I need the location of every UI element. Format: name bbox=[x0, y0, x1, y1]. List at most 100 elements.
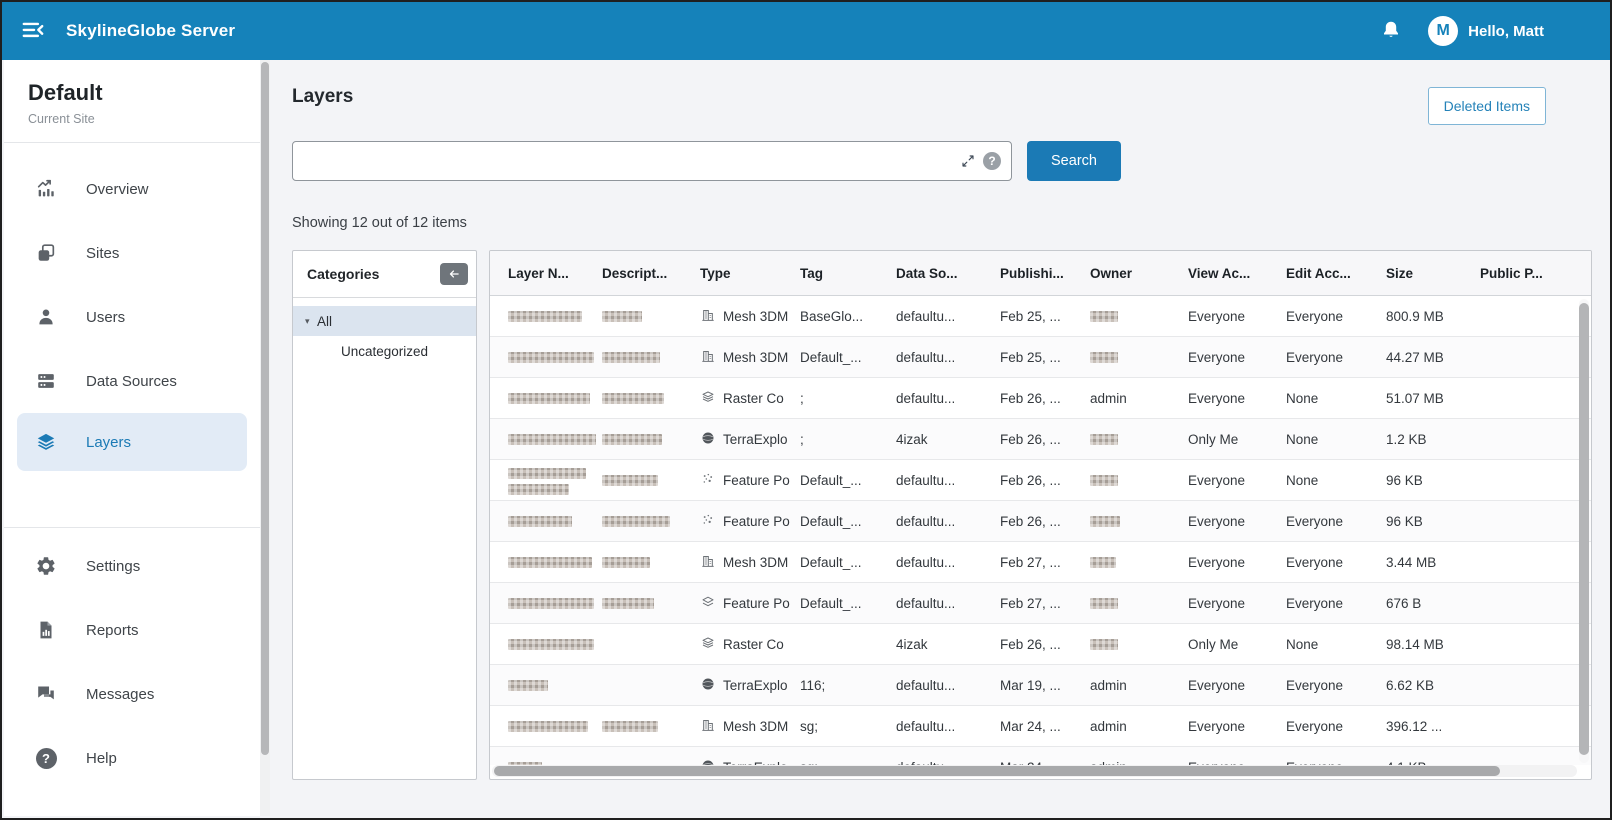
cell-layer-name bbox=[508, 350, 602, 365]
cell-description bbox=[602, 309, 700, 324]
redacted-text bbox=[1090, 311, 1118, 322]
sidebar-item-label: Users bbox=[86, 309, 125, 326]
sidebar-item-data-sources[interactable]: Data Sources bbox=[4, 349, 260, 413]
results-summary: Showing 12 out of 12 items bbox=[292, 215, 467, 231]
type-label: Feature Po bbox=[723, 514, 790, 529]
column-header-size[interactable]: Size bbox=[1386, 266, 1480, 281]
cell-owner: admin bbox=[1090, 391, 1188, 406]
sidebar-item-help[interactable]: ?Help bbox=[4, 726, 260, 790]
bell-icon[interactable] bbox=[1378, 18, 1404, 44]
table-horizontal-scrollbar[interactable] bbox=[492, 765, 1577, 777]
redacted-text bbox=[1090, 516, 1120, 527]
cell-description bbox=[602, 555, 700, 570]
sidebar-scrollbar-thumb[interactable] bbox=[261, 62, 269, 755]
sidebar-divider bbox=[4, 142, 260, 143]
table-row[interactable]: Feature PoDefault_...defaultu...Feb 26, … bbox=[490, 501, 1591, 542]
cell-publishing-date: Mar 19, ... bbox=[1000, 678, 1090, 693]
cell-type: Raster Co bbox=[700, 635, 800, 654]
column-header-descript[interactable]: Descript... bbox=[602, 266, 700, 281]
sidebar-item-settings[interactable]: Settings bbox=[4, 534, 260, 598]
search-box: ? bbox=[292, 141, 1012, 181]
cell-edit-access: Everyone bbox=[1286, 596, 1386, 611]
table-vertical-scrollbar[interactable] bbox=[1579, 299, 1589, 763]
column-header-public-p[interactable]: Public P... bbox=[1480, 266, 1591, 281]
cell-owner bbox=[1090, 309, 1188, 324]
redacted-text bbox=[1090, 475, 1118, 486]
column-header-owner[interactable]: Owner bbox=[1090, 266, 1188, 281]
column-header-layer-n[interactable]: Layer N... bbox=[508, 266, 602, 281]
cell-publishing-date: Feb 27, ... bbox=[1000, 596, 1090, 611]
cell-description bbox=[602, 391, 700, 406]
type-label: TerraExplo bbox=[723, 432, 788, 447]
column-header-tag[interactable]: Tag bbox=[800, 266, 896, 281]
mesh-3dml-icon bbox=[700, 553, 716, 572]
cell-size: 44.27 MB bbox=[1386, 350, 1480, 365]
sidebar-item-messages[interactable]: Messages bbox=[4, 662, 260, 726]
category-item-all[interactable]: ▾All bbox=[293, 306, 476, 336]
collapse-menu-icon[interactable] bbox=[18, 16, 48, 46]
column-header-edit-acc[interactable]: Edit Acc... bbox=[1286, 266, 1386, 281]
table-row[interactable]: Feature PoDefault_...defaultu...Feb 26, … bbox=[490, 460, 1591, 501]
sidebar-item-label: Layers bbox=[86, 434, 131, 451]
reports-icon bbox=[34, 618, 58, 642]
table-row[interactable]: TerraExplosg;defaultu...Mar 24, ...admin… bbox=[490, 747, 1591, 765]
expand-icon[interactable] bbox=[959, 152, 977, 170]
table-horizontal-scrollbar-thumb[interactable] bbox=[494, 766, 1500, 776]
table-row[interactable]: Mesh 3DMDefault_...defaultu...Feb 25, ..… bbox=[490, 337, 1591, 378]
sidebar-item-users[interactable]: Users bbox=[4, 285, 260, 349]
overview-icon bbox=[34, 177, 58, 201]
terraexplorer-icon bbox=[700, 676, 716, 695]
cell-tag: BaseGlo... bbox=[800, 309, 896, 324]
categories-panel: Categories ▾AllUncategorized bbox=[292, 250, 477, 780]
table-row[interactable]: TerraExplo116;defaultu...Mar 19, ...admi… bbox=[490, 665, 1591, 706]
table-vertical-scrollbar-thumb[interactable] bbox=[1579, 303, 1589, 755]
table-row[interactable]: TerraExplo;4izakFeb 26, ...Only MeNone1.… bbox=[490, 419, 1591, 460]
cell-data-source: defaultu... bbox=[896, 678, 1000, 693]
table-row[interactable]: Mesh 3DMBaseGlo...defaultu...Feb 25, ...… bbox=[490, 296, 1591, 337]
cell-view-access: Everyone bbox=[1188, 596, 1286, 611]
table-row[interactable]: Mesh 3DMDefault_...defaultu...Feb 27, ..… bbox=[490, 542, 1591, 583]
cell-tag: Default_... bbox=[800, 350, 896, 365]
sidebar-item-overview[interactable]: Overview bbox=[4, 157, 260, 221]
sidebar-item-reports[interactable]: Reports bbox=[4, 598, 260, 662]
table-row[interactable]: Mesh 3DMsg;defaultu...Mar 24, ...adminEv… bbox=[490, 706, 1591, 747]
type-label: Raster Co bbox=[723, 637, 784, 652]
column-header-publishi[interactable]: Publishi... bbox=[1000, 266, 1090, 281]
cell-data-source: defaultu... bbox=[896, 473, 1000, 488]
sidebar-item-label: Data Sources bbox=[86, 373, 177, 390]
terraexplorer-icon bbox=[700, 758, 716, 766]
avatar: M bbox=[1428, 16, 1458, 46]
tree-caret-icon[interactable]: ▾ bbox=[305, 316, 317, 327]
sidebar-item-layers[interactable]: Layers bbox=[17, 413, 247, 471]
user-menu[interactable]: M Hello, Matt bbox=[1428, 16, 1544, 46]
column-header-type[interactable]: Type bbox=[700, 266, 800, 281]
cell-view-access: Everyone bbox=[1188, 391, 1286, 406]
sidebar-item-sites[interactable]: Sites bbox=[4, 221, 260, 285]
cell-edit-access: None bbox=[1286, 391, 1386, 406]
table-row[interactable]: Feature PoDefault_...defaultu...Feb 27, … bbox=[490, 583, 1591, 624]
column-header-view-ac[interactable]: View Ac... bbox=[1188, 266, 1286, 281]
cell-tag: Default_... bbox=[800, 596, 896, 611]
layers-icon bbox=[34, 430, 58, 454]
cell-tag: ; bbox=[800, 432, 896, 447]
search-input[interactable] bbox=[293, 142, 959, 180]
type-label: TerraExplo bbox=[723, 678, 788, 693]
table-row[interactable]: Raster Co;defaultu...Feb 26, ...adminEve… bbox=[490, 378, 1591, 419]
cell-description bbox=[602, 350, 700, 365]
cell-owner bbox=[1090, 432, 1188, 447]
cell-edit-access: None bbox=[1286, 637, 1386, 652]
data-sources-icon bbox=[34, 369, 58, 393]
search-button[interactable]: Search bbox=[1027, 141, 1121, 181]
help-circle-icon[interactable]: ? bbox=[983, 152, 1001, 170]
sidebar-scrollbar[interactable] bbox=[260, 60, 270, 816]
cell-view-access: Everyone bbox=[1188, 555, 1286, 570]
topbar-right: M Hello, Matt bbox=[1378, 16, 1610, 46]
column-header-data-so[interactable]: Data So... bbox=[896, 266, 1000, 281]
cell-type: TerraExplo bbox=[700, 676, 800, 695]
table-row[interactable]: Raster Co4izakFeb 26, ...Only MeNone98.1… bbox=[490, 624, 1591, 665]
category-item-uncategorized[interactable]: Uncategorized bbox=[293, 336, 476, 366]
arrow-left-icon[interactable] bbox=[440, 263, 468, 285]
deleted-items-button[interactable]: Deleted Items bbox=[1428, 87, 1546, 125]
cell-type: TerraExplo bbox=[700, 430, 800, 449]
sidebar-item-label: Overview bbox=[86, 181, 149, 198]
